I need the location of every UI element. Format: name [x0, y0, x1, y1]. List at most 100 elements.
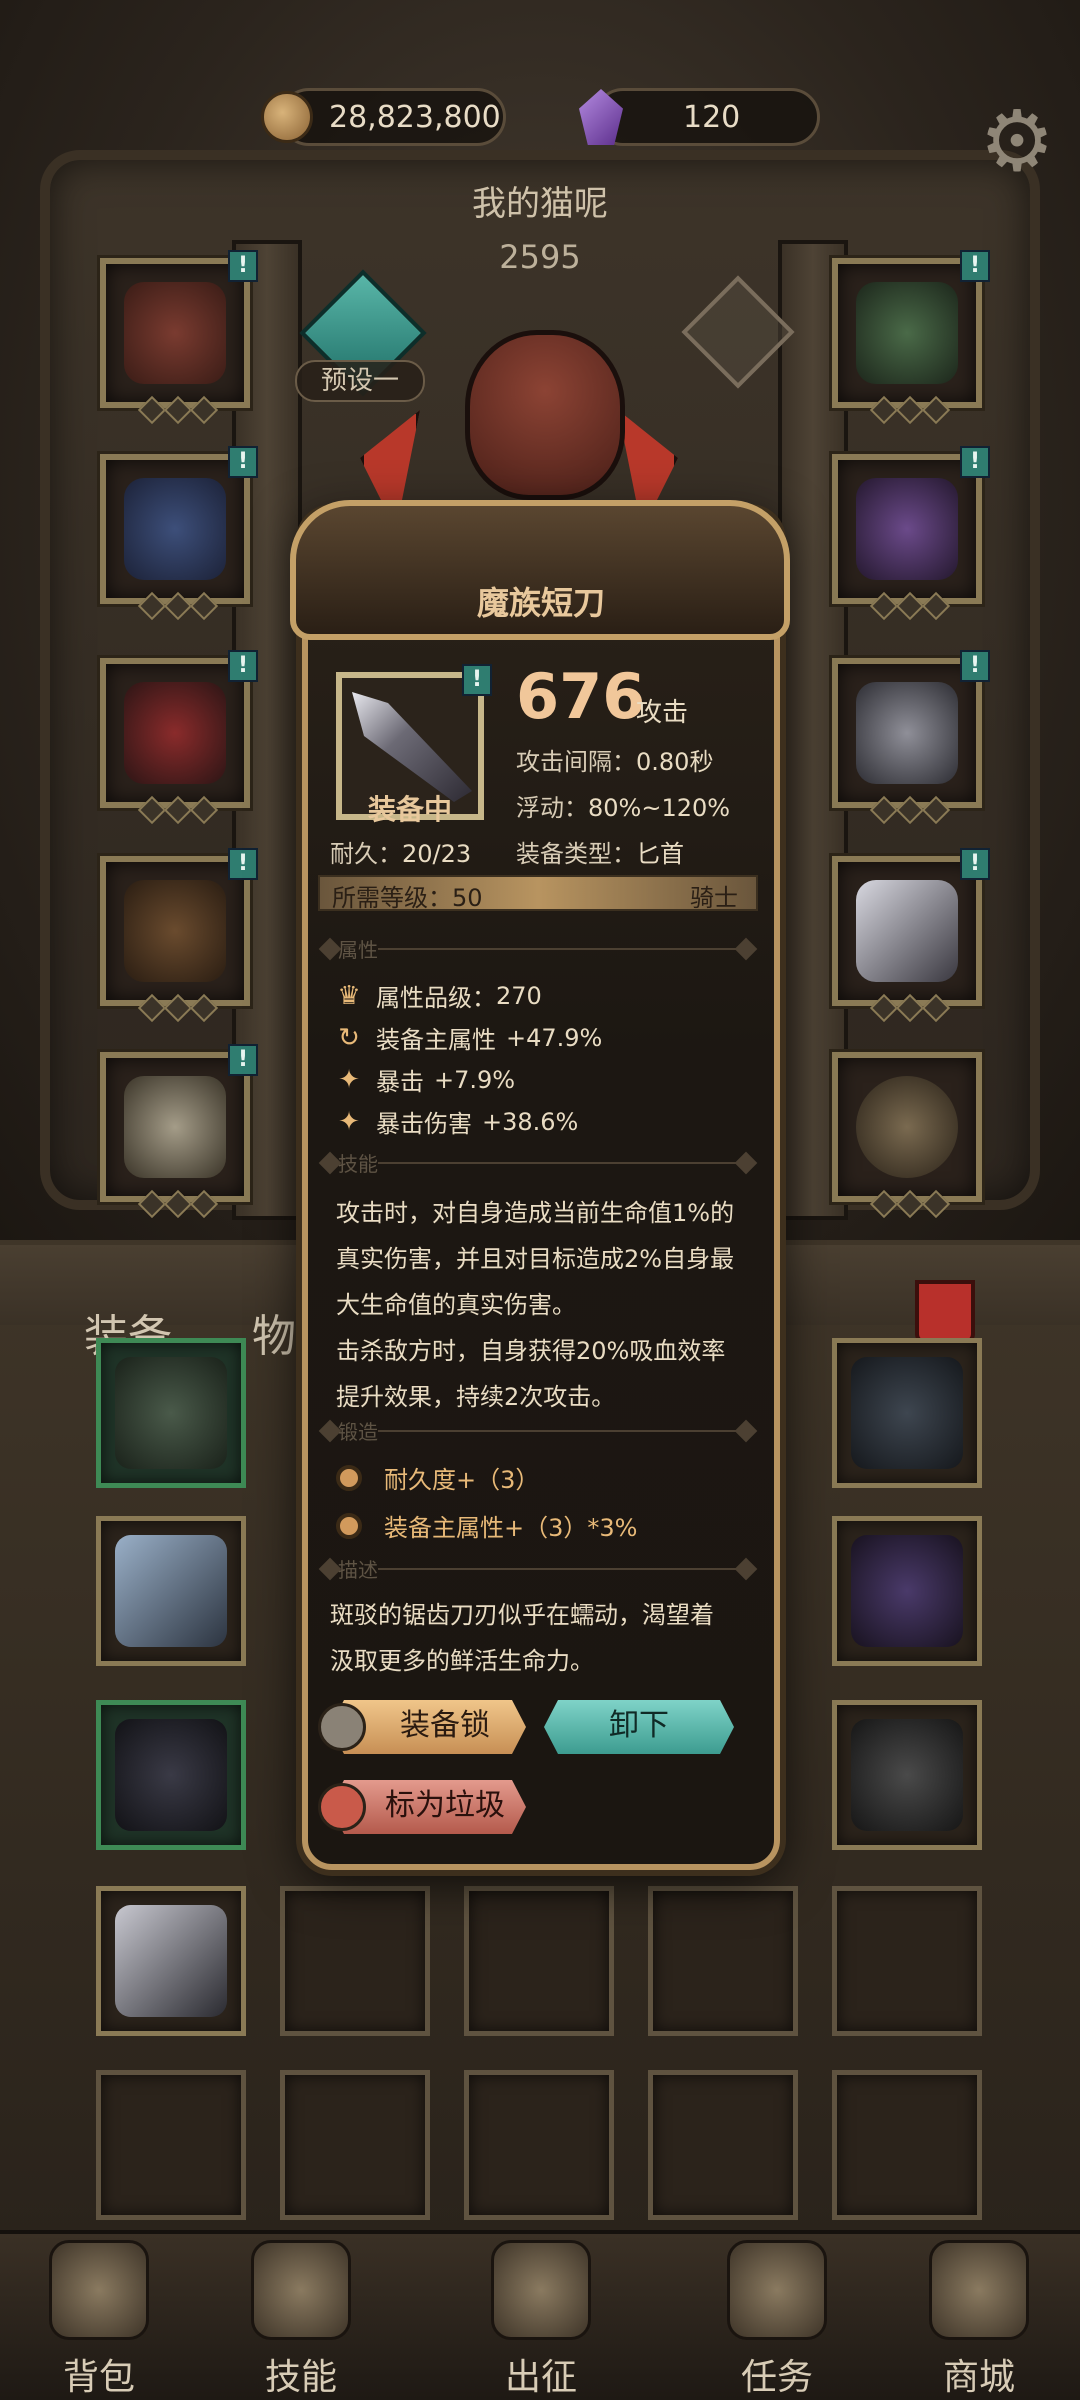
equip-slot-shoulder[interactable]: !	[829, 446, 990, 621]
inventory-cell-empty[interactable]	[280, 1886, 430, 2036]
equip-slot-boots[interactable]: !	[97, 1044, 258, 1219]
nav-label: 商城	[942, 2357, 1015, 2398]
unequip-button[interactable]: 卸下	[544, 1700, 734, 1754]
settings-gear-icon[interactable]: ⚙	[974, 98, 1060, 184]
socket-row	[137, 591, 219, 621]
socket-row	[137, 993, 219, 1023]
shop-crest-icon	[929, 2240, 1029, 2340]
team-title: 我的猫呢	[472, 184, 608, 224]
damage-float: 浮动：80%~120%	[516, 788, 730, 823]
inventory-cell-empty[interactable]	[648, 2070, 798, 2220]
inventory-cell-empty[interactable]	[464, 1886, 614, 2036]
level-value: 50	[452, 884, 483, 912]
banner-sword-icon	[491, 2240, 591, 2340]
upgrade-badge-icon: !	[960, 848, 990, 880]
claw-icon	[851, 1535, 963, 1647]
sword-icon	[115, 1905, 227, 2017]
inventory-cell-empty[interactable]	[280, 2070, 430, 2220]
nav-label: 出征	[504, 2357, 577, 2398]
attribute-label: 属性品级：	[376, 984, 496, 1012]
equip-slot-helmet[interactable]: !	[97, 250, 258, 425]
scroll-icon	[727, 2240, 827, 2340]
skill-book-icon	[251, 2240, 351, 2340]
inventory-cell[interactable]	[96, 1886, 246, 2036]
inventory-cell-empty[interactable]	[832, 2070, 982, 2220]
gold-counter: 28,823,800	[261, 88, 506, 146]
attack-interval: 攻击间隔：0.80秒	[516, 742, 713, 777]
attribute-value: 270	[496, 981, 542, 1010]
gem-amount: 120	[683, 99, 741, 135]
gauntlet-icon	[124, 682, 226, 784]
section-label: 描述	[338, 1558, 378, 1582]
inventory-cell[interactable]	[96, 1338, 246, 1488]
boots-icon	[115, 1719, 227, 1831]
forge-row: 装备主属性+（3）*3%	[336, 1508, 637, 1543]
inventory-cell-empty[interactable]	[648, 1886, 798, 2036]
attribute-label: 暴击伤害	[376, 1110, 472, 1138]
backpack-icon	[49, 2240, 149, 2340]
skill-line: 攻击时，对自身造成当前生命值1%的	[336, 1199, 735, 1227]
equip-slot-weapon[interactable]: !	[829, 848, 990, 1023]
section-header-attributes: 属性	[318, 934, 758, 964]
nav-shop[interactable]: 商城	[904, 2230, 1054, 2400]
forge-dot-icon	[336, 1464, 362, 1491]
equip-slot-gloves[interactable]: !	[97, 650, 258, 825]
upgrade-badge-icon: !	[228, 446, 258, 478]
flavor-line: 斑驳的锯齿刀刃似乎在蠕动，渴望着	[330, 1601, 714, 1629]
attribute-value: +7.9%	[434, 1065, 516, 1094]
gem-counter: 120	[579, 88, 820, 146]
quality-icon: ♛	[337, 980, 361, 1011]
gold-coin-icon	[261, 91, 313, 143]
tab-items[interactable]: 物	[252, 1300, 296, 1364]
stat-label: 攻击间隔：	[516, 748, 636, 776]
inventory-cell[interactable]	[832, 1338, 982, 1488]
attribute-value: +38.6%	[482, 1107, 579, 1136]
equip-slot-necklace[interactable]: !	[829, 250, 990, 425]
skill-line: 真实伤害，并且对目标造成2%自身最	[336, 1245, 735, 1273]
forge-row: 耐久度+（3）	[336, 1460, 539, 1495]
inventory-cell-empty[interactable]	[96, 2070, 246, 2220]
nav-quests[interactable]: 任务	[702, 2230, 852, 2400]
skill-line: 击杀敌方时，自身获得20%吸血效率	[336, 1337, 726, 1365]
skill-line: 提升效果，持续2次攻击。	[336, 1383, 616, 1411]
attribute-row: ✦ 暴击 +7.9%	[336, 1062, 515, 1097]
section-label: 技能	[338, 1152, 378, 1176]
amulet-icon	[856, 282, 958, 384]
dagger-icon	[856, 880, 958, 982]
upgrade-badge-icon: !	[228, 650, 258, 682]
section-header-description: 描述	[318, 1554, 758, 1584]
chest-armor-icon	[124, 478, 226, 580]
inventory-cell-empty[interactable]	[832, 1886, 982, 2036]
nav-skills[interactable]: 技能	[226, 2230, 376, 2400]
nav-label: 背包	[62, 2357, 135, 2398]
button-label: 标为垃圾	[385, 1788, 505, 1823]
skill-description: 攻击时，对自身造成当前生命值1%的 真实伤害，并且对目标造成2%自身最 大生命值…	[336, 1190, 756, 1420]
upgrade-badge-icon: !	[228, 848, 258, 880]
nav-expedition[interactable]: 出征	[466, 2230, 616, 2400]
equip-slot-offhand[interactable]	[829, 1049, 985, 1219]
inventory-cell[interactable]	[96, 1700, 246, 1850]
socket-row	[869, 395, 951, 425]
inventory-cell[interactable]	[832, 1516, 982, 1666]
equipped-status: 装备中	[367, 793, 452, 826]
nav-backpack[interactable]: 背包	[24, 2230, 174, 2400]
inventory-cell[interactable]	[96, 1516, 246, 1666]
boots-icon	[124, 1076, 226, 1178]
inventory-cell-empty[interactable]	[464, 2070, 614, 2220]
belt-icon	[124, 880, 226, 982]
required-class: 骑士	[690, 884, 738, 912]
hat-icon	[851, 1357, 963, 1469]
trash-can-icon[interactable]	[915, 1280, 975, 1344]
character-avatar[interactable]	[465, 330, 625, 500]
equip-slot-belt[interactable]: !	[97, 848, 258, 1023]
upgrade-badge-icon: !	[462, 664, 492, 696]
equip-slot-chest[interactable]: !	[97, 446, 258, 621]
item-name: 魔族短刀	[476, 584, 605, 622]
inventory-cell[interactable]	[832, 1700, 982, 1850]
equip-slot-ring[interactable]: !	[829, 650, 990, 825]
socket-row	[869, 1189, 951, 1219]
preset-selector[interactable]: 预设一	[295, 360, 425, 402]
forge-bonus: 耐久度+（3）	[384, 1466, 540, 1494]
section-header-skill: 技能	[318, 1148, 758, 1178]
helmet-icon	[124, 282, 226, 384]
